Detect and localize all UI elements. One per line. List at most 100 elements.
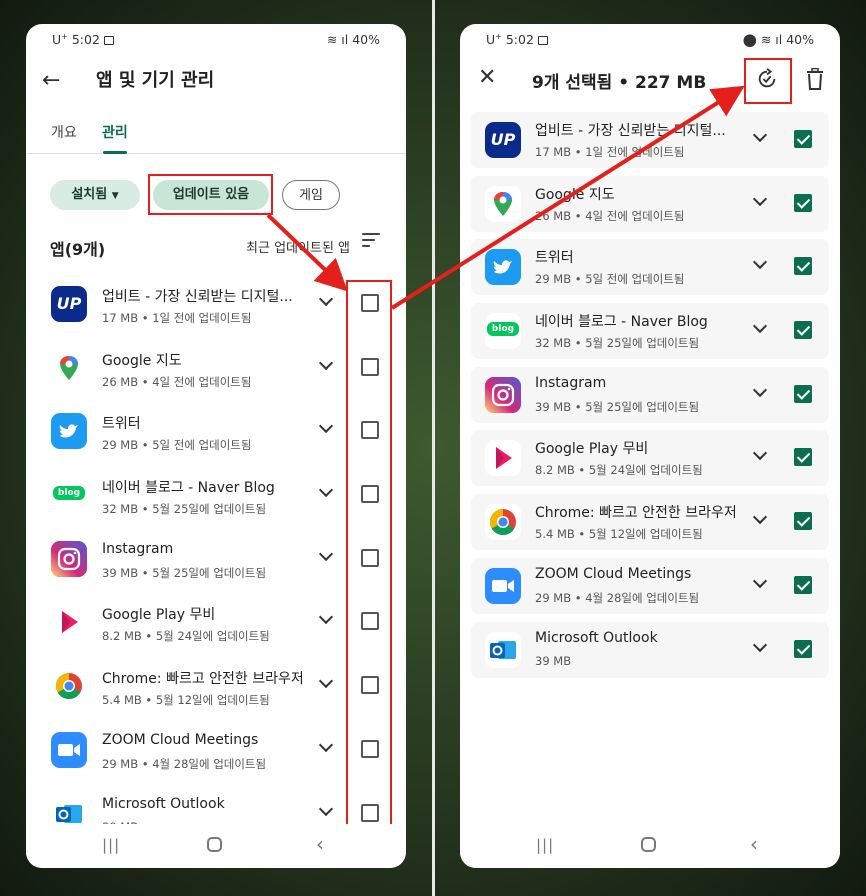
game-filter-chip[interactable]: 게임 bbox=[282, 180, 340, 210]
app-name: Chrome: 빠르고 안전한 브라우저 bbox=[102, 671, 304, 688]
chevron-down-icon[interactable] bbox=[752, 191, 768, 206]
chevron-down-icon[interactable] bbox=[752, 510, 768, 525]
left-phone-screen: U+ 5:02 ≋ ıl 40% ← 앱 및 기기 관리 개요 관리 설치됨 ▼… bbox=[26, 24, 406, 868]
play-movies-icon bbox=[51, 604, 87, 641]
back-arrow-icon[interactable]: ← bbox=[42, 68, 60, 93]
chevron-down-icon[interactable] bbox=[318, 737, 334, 752]
select-checkbox[interactable] bbox=[794, 448, 812, 467]
installed-filter-chip[interactable]: 설치됨 ▼ bbox=[50, 180, 140, 210]
app-row[interactable]: Chrome: 빠르고 안전한 브라우저 5.4 MB • 5월 12일에 업데이… bbox=[471, 494, 829, 551]
chevron-down-icon[interactable] bbox=[318, 482, 334, 498]
app-name: Instagram bbox=[102, 540, 174, 557]
app-name: 업비트 - 가장 신뢰받는 디지털... bbox=[102, 289, 293, 305]
app-name: Microsoft Outlook bbox=[102, 795, 225, 812]
app-meta: 8.2 MB • 5월 24일에 업데이트됨 bbox=[102, 629, 270, 644]
select-checkbox[interactable] bbox=[794, 321, 812, 340]
update-selected-icon[interactable] bbox=[756, 68, 778, 90]
app-row[interactable]: Google 지도 26 MB • 4일 전에 업데이트됨 bbox=[26, 338, 406, 402]
app-meta: 39 MB • 5월 25일에 업데이트됨 bbox=[102, 565, 267, 580]
app-row[interactable]: Instagram 39 MB • 5월 25일에 업데이트됨 bbox=[26, 529, 406, 593]
sort-label[interactable]: 최근 업데이트된 앱 bbox=[246, 237, 350, 256]
app-row[interactable]: Google Play 무비 8.2 MB • 5월 24일에 업데이트됨 bbox=[471, 430, 829, 487]
tab-underline bbox=[103, 151, 127, 154]
nav-back-icon[interactable]: ‹ bbox=[750, 832, 758, 856]
app-meta: 39 MB bbox=[535, 653, 572, 668]
app-row[interactable]: Chrome: 빠르고 안전한 브라우저 5.4 MB • 5월 12일에 업데이… bbox=[26, 656, 406, 720]
app-row[interactable]: ZOOM Cloud Meetings 29 MB • 4월 28일에 업데이트됨 bbox=[471, 557, 829, 614]
chevron-down-icon[interactable] bbox=[318, 610, 334, 625]
select-checkbox[interactable] bbox=[361, 612, 379, 631]
gallery-icon bbox=[537, 36, 548, 46]
app-bar: ← 앱 및 기기 관리 bbox=[26, 64, 406, 106]
select-checkbox[interactable] bbox=[794, 257, 812, 276]
chevron-down-icon[interactable] bbox=[318, 291, 334, 307]
nav-back-icon[interactable]: ‹ bbox=[316, 832, 324, 856]
apps-count-title: 앱(9개) bbox=[50, 240, 106, 259]
select-checkbox[interactable] bbox=[361, 357, 379, 376]
sort-icon[interactable] bbox=[362, 233, 380, 251]
app-row[interactable]: Instagram 39 MB • 5월 25일에 업데이트됨 bbox=[471, 366, 829, 423]
tab-overview[interactable]: 개요 bbox=[51, 122, 77, 142]
select-checkbox[interactable] bbox=[794, 575, 812, 594]
status-bar: U+ 5:02 ≋ ıl 40% bbox=[52, 32, 380, 50]
upbit-icon: UP bbox=[485, 122, 521, 158]
app-row[interactable]: ZOOM Cloud Meetings 29 MB • 4월 28일에 업데이트됨 bbox=[26, 720, 406, 784]
app-name: 네이버 블로그 - Naver Blog bbox=[102, 480, 275, 497]
app-row[interactable]: UP 업비트 - 가장 신뢰받는 디지털... 17 MB • 1일 전에 업데이트… bbox=[26, 274, 406, 338]
chevron-down-icon[interactable] bbox=[752, 255, 768, 270]
chrome-icon bbox=[51, 668, 87, 705]
select-checkbox[interactable] bbox=[361, 485, 379, 504]
chevron-down-icon[interactable] bbox=[752, 318, 768, 334]
app-meta: 17 MB • 1일 전에 업데이트됨 bbox=[102, 311, 252, 325]
app-row[interactable]: blog 네이버 블로그 - Naver Blog 32 MB • 5월 25일에 … bbox=[26, 465, 406, 529]
app-meta: 5.4 MB • 5월 12일에 업데이트됨 bbox=[102, 693, 270, 708]
right-phone-screen: U+ 5:02 ⬤ ≋ ıl 40% ✕ 9개 선택됨 • 227 MB UP 업… bbox=[460, 24, 840, 868]
app-name: Microsoft Outlook bbox=[535, 629, 658, 646]
select-checkbox[interactable] bbox=[361, 294, 379, 312]
app-name: Google 지도 bbox=[102, 352, 182, 369]
tab-manage[interactable]: 관리 bbox=[102, 122, 128, 142]
chevron-down-icon[interactable] bbox=[752, 446, 768, 461]
select-checkbox[interactable] bbox=[794, 193, 812, 212]
chevron-down-icon[interactable] bbox=[318, 674, 334, 689]
select-checkbox[interactable] bbox=[794, 384, 812, 403]
select-checkbox[interactable] bbox=[794, 639, 812, 658]
status-time: U+ 5:02 bbox=[486, 32, 548, 47]
home-icon[interactable] bbox=[641, 837, 656, 852]
chevron-down-icon[interactable] bbox=[318, 355, 334, 370]
select-checkbox[interactable] bbox=[361, 739, 379, 758]
select-checkbox[interactable] bbox=[794, 512, 812, 531]
close-icon[interactable]: ✕ bbox=[478, 65, 496, 90]
app-row[interactable]: Google Play 무비 8.2 MB • 5월 24일에 업데이트됨 bbox=[26, 592, 406, 656]
chevron-down-icon[interactable] bbox=[318, 419, 334, 434]
select-checkbox[interactable] bbox=[794, 130, 812, 148]
updates-available-chip[interactable]: 업데이트 있음 bbox=[153, 180, 269, 210]
recent-apps-icon[interactable]: ||| bbox=[536, 836, 554, 854]
app-row[interactable]: UP 업비트 - 가장 신뢰받는 디지털... 17 MB • 1일 전에 업데이트… bbox=[471, 112, 829, 168]
chevron-down-icon[interactable] bbox=[752, 573, 768, 588]
chevron-down-icon[interactable] bbox=[752, 382, 768, 397]
outlook-icon bbox=[485, 631, 521, 668]
app-row[interactable]: 트위터 29 MB • 5일 전에 업데이트됨 bbox=[471, 239, 829, 296]
select-checkbox[interactable] bbox=[361, 548, 379, 567]
app-row[interactable]: Microsoft Outlook 39 MB bbox=[471, 621, 829, 678]
chevron-down-icon[interactable] bbox=[752, 127, 768, 143]
trash-icon[interactable] bbox=[806, 68, 824, 90]
chevron-down-icon[interactable] bbox=[318, 801, 334, 816]
select-checkbox[interactable] bbox=[361, 676, 379, 695]
app-row[interactable]: 트위터 29 MB • 5일 전에 업데이트됨 bbox=[26, 401, 406, 465]
select-checkbox[interactable] bbox=[361, 421, 379, 440]
app-row[interactable]: blog 네이버 블로그 - Naver Blog 32 MB • 5월 25일에 … bbox=[471, 303, 829, 360]
chevron-down-icon[interactable] bbox=[752, 637, 768, 652]
app-name: ZOOM Cloud Meetings bbox=[102, 731, 259, 748]
app-meta: 32 MB • 5월 25일에 업데이트됨 bbox=[102, 502, 267, 517]
app-name: Google 지도 bbox=[535, 186, 615, 203]
chevron-down-icon[interactable] bbox=[318, 546, 334, 561]
home-icon[interactable] bbox=[207, 837, 222, 852]
app-meta: 29 MB • 4월 28일에 업데이트됨 bbox=[535, 590, 700, 605]
system-nav-bar: ||| ‹ bbox=[26, 824, 406, 868]
select-checkbox[interactable] bbox=[361, 803, 379, 822]
app-row[interactable]: Google 지도 26 MB • 4일 전에 업데이트됨 bbox=[471, 175, 829, 232]
recent-apps-icon[interactable]: ||| bbox=[102, 836, 120, 854]
selected-app-list: UP 업비트 - 가장 신뢰받는 디지털... 17 MB • 1일 전에 업데이트… bbox=[460, 112, 840, 685]
